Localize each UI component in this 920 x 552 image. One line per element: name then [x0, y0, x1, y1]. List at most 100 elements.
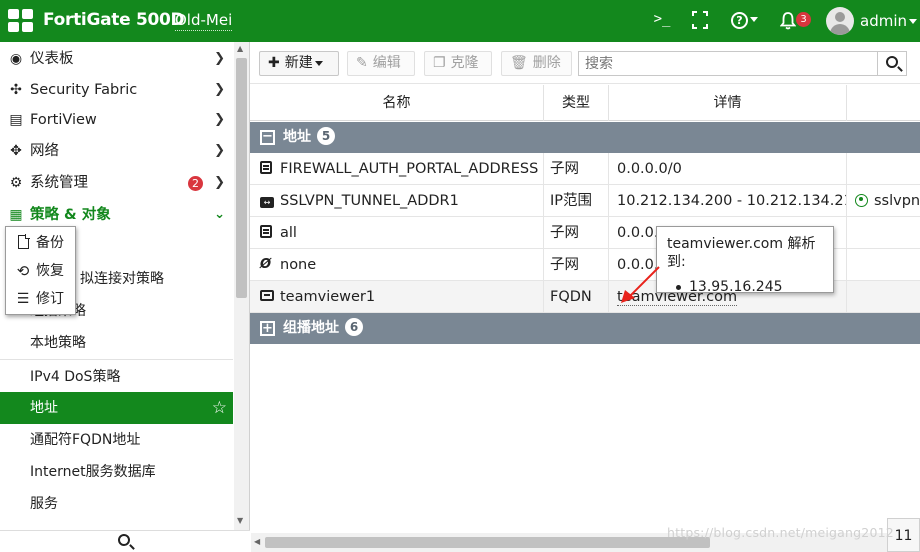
group-row-addresses[interactable]: − 地址 5 — [250, 122, 920, 153]
bell-icon — [780, 12, 796, 30]
scroll-up-icon[interactable]: ▲ — [237, 44, 243, 53]
help-icon: ? — [731, 12, 748, 29]
sidebar-item-label: Internet服务数据库 — [30, 464, 156, 480]
watermark: https://blog.csdn.net/meigang2012 — [667, 525, 894, 540]
row-details: 0.0.0.0/0 — [609, 153, 847, 185]
menu-item-restore[interactable]: ⟲ 恢复 — [6, 257, 75, 285]
sidebar-subitem-internet-service-db[interactable]: Internet服务数据库 — [0, 456, 233, 488]
trash-icon: 🗑 — [510, 55, 528, 71]
group-count-badge: 6 — [345, 318, 363, 336]
group-label: 地址 — [283, 129, 311, 145]
column-header-type[interactable]: 类型 — [544, 85, 609, 121]
row-extra-text: sslvpn — [874, 193, 920, 209]
sidebar-item-label: 通配符FQDN地址 — [30, 432, 141, 448]
new-button-label: 新建 — [284, 55, 313, 71]
sidebar-scrollbar-thumb[interactable] — [236, 58, 247, 298]
sidebar-item-label: 网络 — [30, 143, 59, 159]
sidebar-item-label: 拟连接对策略 — [80, 271, 164, 287]
sidebar-item-security-fabric[interactable]: ✣ Security Fabric ❯ — [0, 74, 233, 106]
delete-button[interactable]: 🗑 删除 — [501, 51, 572, 76]
scroll-down-icon[interactable]: ▼ — [237, 516, 243, 525]
menu-item-backup[interactable]: 备份 — [6, 229, 75, 257]
horizontal-scrollbar-thumb[interactable] — [265, 537, 710, 548]
ip-range-icon: ↔ — [260, 185, 274, 217]
group-label: 组播地址 — [283, 320, 339, 336]
security-fabric-icon: ✣ — [10, 82, 22, 98]
fqdn-icon — [260, 281, 274, 313]
column-header-name[interactable]: 名称 — [250, 85, 544, 121]
sidebar-subitem-local-policy[interactable]: 本地策略 — [0, 327, 233, 359]
product-name: FortiGate 500D — [43, 10, 185, 30]
sidebar-subitem-dos-policy[interactable]: IPv4 DoS策略 — [0, 359, 233, 393]
notification-count-badge: 3 — [796, 12, 811, 27]
chevron-right-icon: ❯ — [214, 112, 225, 127]
sidebar-item-label: IPv4 DoS策略 — [30, 369, 121, 385]
user-avatar[interactable] — [826, 7, 854, 35]
group-row-multicast-addresses[interactable]: + 组播地址 6 — [250, 313, 920, 344]
edit-button[interactable]: ✎ 编辑 — [347, 51, 415, 76]
toolbar: ✚ 新建 ✎ 编辑 ❐ 克隆 🗑 删除 — [250, 42, 920, 84]
column-header-details[interactable]: 详情 — [609, 85, 847, 121]
sidebar-scrollbar[interactable]: ▲ ▼ — [234, 42, 249, 530]
menu-item-label: 修订 — [36, 291, 64, 307]
new-button[interactable]: ✚ 新建 — [259, 51, 339, 76]
group-count-badge: 5 — [317, 127, 335, 145]
address-table: 名称 类型 详情 − 地址 5 FIREWALL_AUTH_PORTAL_ADDR… — [250, 85, 920, 525]
row-details: 10.212.134.200 - 10.212.134.210 — [609, 185, 847, 217]
sidebar-item-fortiview[interactable]: ▤ FortiView ❯ — [0, 104, 233, 136]
fortiview-icon: ▤ — [9, 112, 23, 128]
row-name: SSLVPN_TUNNEL_ADDR1 — [280, 193, 459, 209]
sidebar-item-dashboard[interactable]: ◉ 仪表板 ❯ — [0, 43, 233, 75]
username: admin — [860, 12, 907, 30]
row-type: 子网 — [544, 153, 609, 185]
column-header-extra[interactable] — [847, 85, 920, 121]
scroll-left-icon[interactable]: ◀ — [254, 537, 260, 546]
sidebar-subitem-services[interactable]: 服务 — [0, 488, 233, 520]
star-icon[interactable]: ☆ — [212, 392, 227, 424]
system-badge: 2 — [188, 176, 203, 191]
row-extra — [847, 153, 920, 185]
sidebar-item-system[interactable]: ⚙ 系统管理 2 ❯ — [0, 167, 233, 199]
user-menu[interactable]: admin — [860, 12, 917, 30]
tooltip-title: teamviewer.com 解析到: — [667, 236, 816, 270]
sidebar-item-network[interactable]: ✥ 网络 ❯ — [0, 135, 233, 167]
caret-down-icon — [909, 19, 917, 24]
table-row[interactable]: ↔ SSLVPN_TUNNEL_ADDR1 IP范围 10.212.134.200… — [250, 185, 920, 217]
edit-button-label: 编辑 — [372, 55, 401, 71]
sidebar-item-label: 仪表板 — [30, 51, 74, 67]
menu-item-revisions[interactable]: ☰ 修订 — [6, 285, 75, 313]
sidebar-subitem-wildcard-fqdn[interactable]: 通配符FQDN地址 — [0, 424, 233, 456]
search-button[interactable] — [877, 51, 907, 76]
collapse-icon[interactable]: − — [260, 130, 275, 145]
row-type: FQDN — [544, 281, 609, 313]
context-menu: 备份 ⟲ 恢复 ☰ 修订 — [5, 226, 76, 315]
clone-button[interactable]: ❐ 克隆 — [424, 51, 492, 76]
sidebar-subitem-addresses[interactable]: 地址 ☆ — [0, 392, 233, 424]
pencil-icon: ✎ — [356, 55, 368, 71]
network-icon: ✥ — [10, 143, 22, 159]
sidebar-item-label: 系统管理 — [30, 175, 88, 191]
row-extra — [847, 217, 920, 249]
gear-icon: ⚙ — [9, 175, 23, 191]
chevron-right-icon: ❯ — [214, 82, 225, 97]
cli-console-icon[interactable]: >_ — [652, 11, 672, 33]
row-type: 子网 — [544, 217, 609, 249]
expand-icon[interactable]: + — [260, 321, 275, 336]
search-input[interactable] — [578, 51, 878, 76]
address-icon — [260, 153, 274, 185]
hostname[interactable]: Old-Mei — [175, 11, 233, 31]
fqdn-resolve-tooltip: teamviewer.com 解析到: 13.95.16.245 — [656, 226, 834, 295]
sidebar-search[interactable] — [0, 530, 250, 552]
table-row[interactable]: FIREWALL_AUTH_PORTAL_ADDRESS 子网 0.0.0.0/… — [250, 153, 920, 185]
row-type: 子网 — [544, 249, 609, 281]
help-menu-button[interactable]: ? — [731, 10, 763, 32]
search-icon — [118, 534, 130, 546]
clone-icon: ❐ — [433, 55, 446, 71]
sidebar-item-label: 服务 — [30, 496, 58, 512]
notifications-button[interactable]: 3 — [778, 10, 812, 32]
none-icon: Ø — [260, 257, 272, 272]
caret-down-icon — [314, 60, 323, 66]
chevron-down-icon: ⌄ — [214, 207, 225, 222]
menu-item-label: 备份 — [36, 235, 64, 251]
fullscreen-icon[interactable] — [690, 10, 710, 32]
